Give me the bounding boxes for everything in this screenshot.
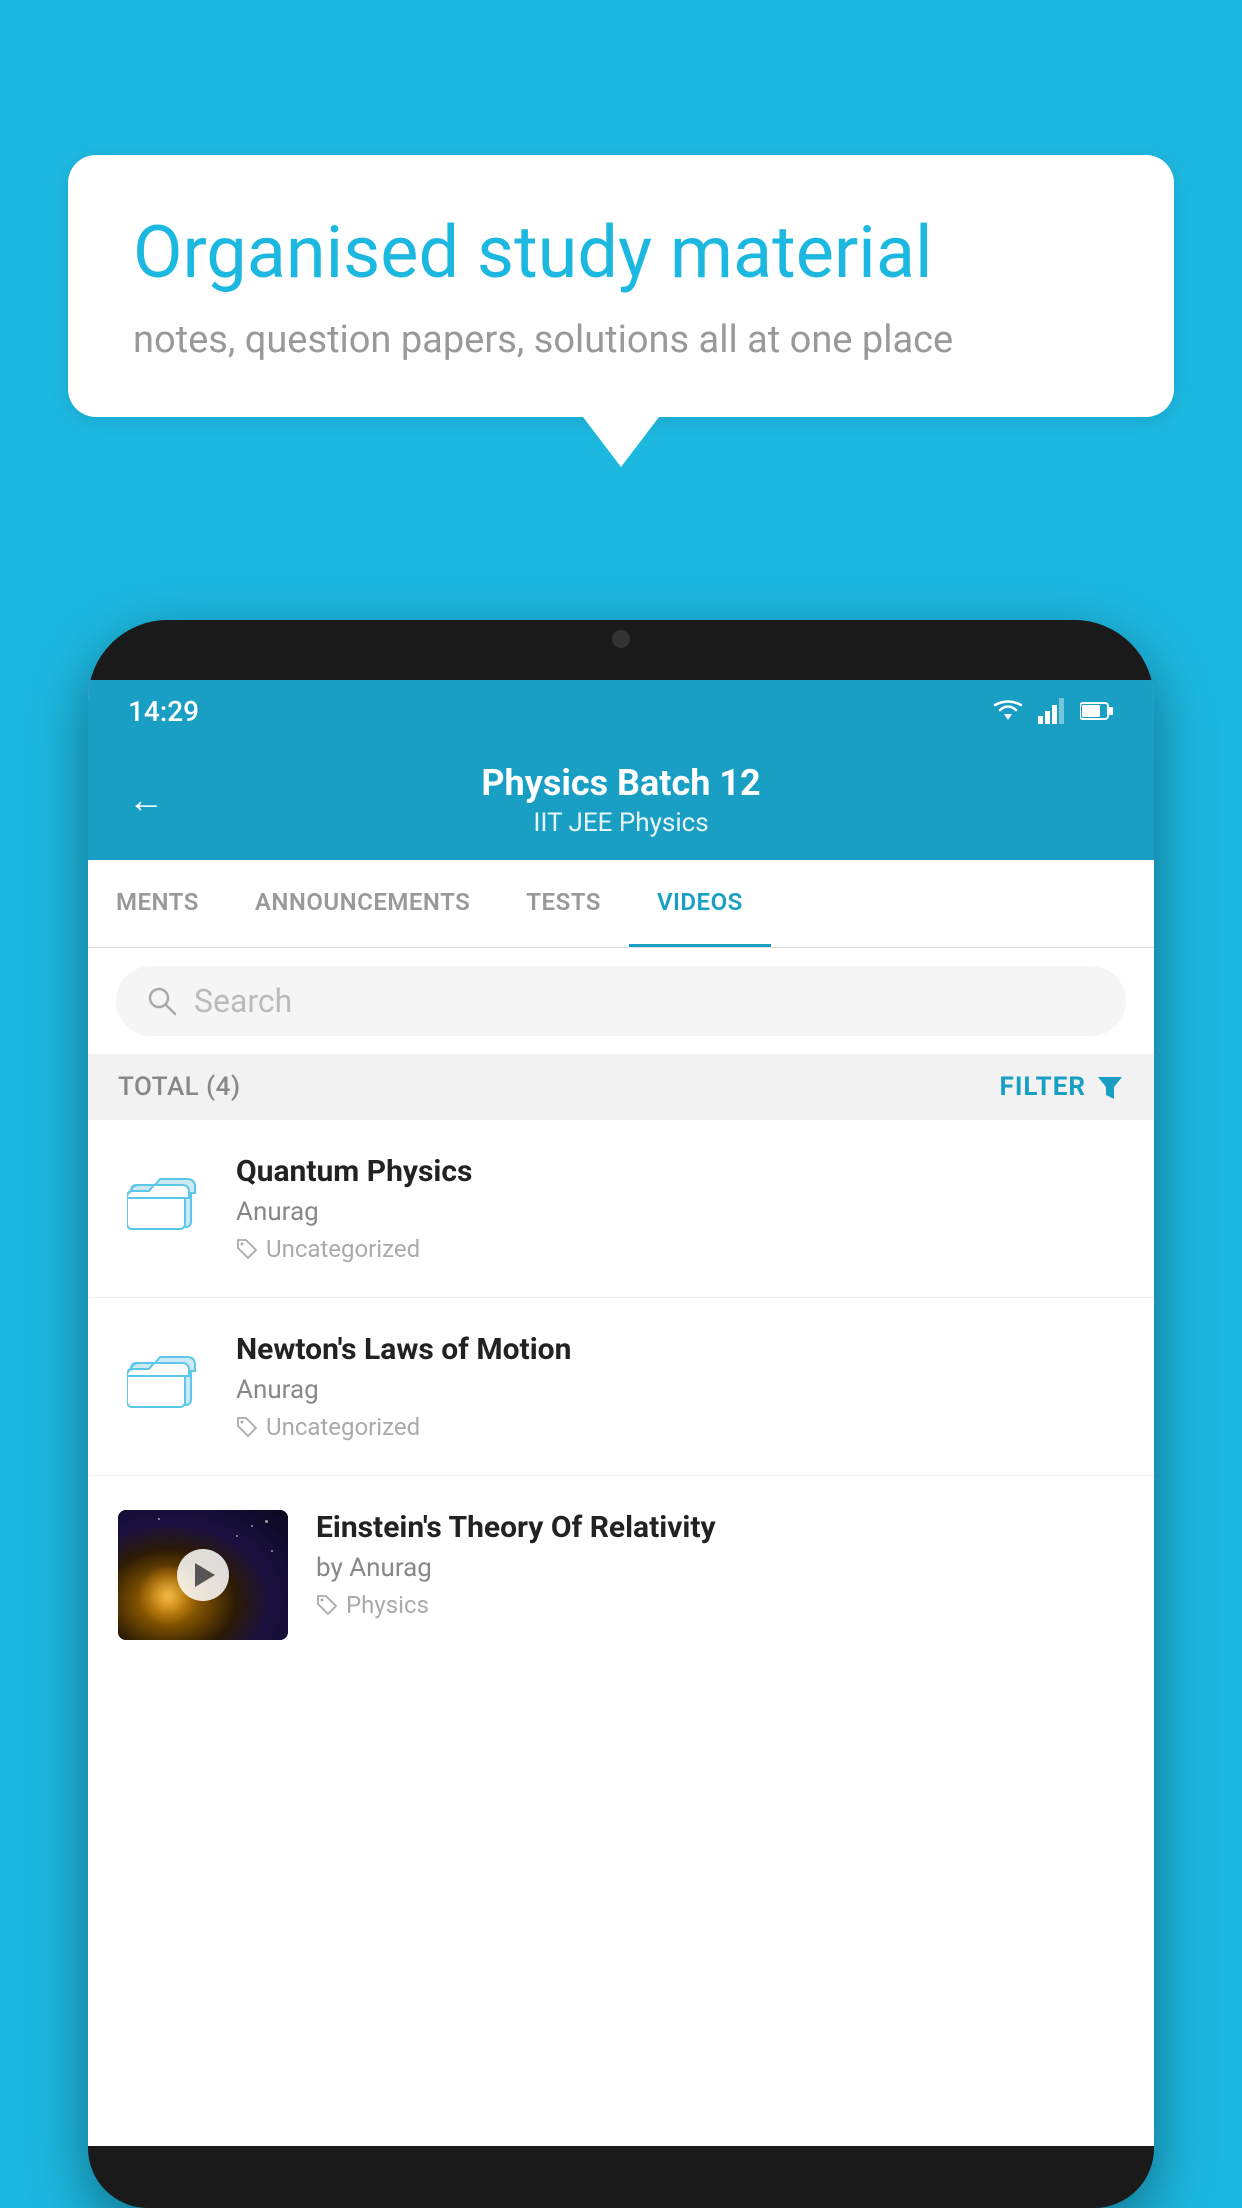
play-triangle-icon — [195, 1563, 215, 1587]
app-header: ← Physics Batch 12 IIT JEE Physics — [88, 742, 1154, 860]
list-item[interactable]: Newton's Laws of Motion Anurag Uncategor… — [88, 1298, 1154, 1476]
speech-bubble-container: Organised study material notes, question… — [68, 155, 1174, 467]
tag-label: Uncategorized — [266, 1235, 420, 1263]
phone-frame: 14:29 — [88, 620, 1154, 2208]
header-sub-title: IIT JEE Physics — [194, 808, 1048, 838]
wifi-icon — [992, 698, 1024, 724]
filter-icon — [1096, 1073, 1124, 1101]
video-tag: Physics — [316, 1591, 1124, 1619]
video-info-quantum: Quantum Physics Anurag Uncategorized — [236, 1154, 1124, 1263]
phone-screen: 14:29 — [88, 680, 1154, 2146]
video-title: Newton's Laws of Motion — [236, 1332, 1124, 1367]
video-info-newton: Newton's Laws of Motion Anurag Uncategor… — [236, 1332, 1124, 1441]
search-icon — [146, 985, 178, 1017]
tab-ments[interactable]: MENTS — [88, 860, 227, 947]
video-info-einstein: Einstein's Theory Of Relativity by Anura… — [316, 1510, 1124, 1619]
tab-tests[interactable]: TESTS — [498, 860, 629, 947]
list-item[interactable]: Einstein's Theory Of Relativity by Anura… — [88, 1476, 1154, 1674]
phone-notch — [561, 620, 681, 658]
back-button[interactable]: ← — [128, 779, 164, 821]
bubble-title: Organised study material — [133, 210, 1109, 296]
tag-label: Physics — [346, 1591, 429, 1619]
video-list: Quantum Physics Anurag Uncategorized — [88, 1120, 1154, 2146]
total-count: TOTAL (4) — [118, 1072, 241, 1102]
filter-button[interactable]: FILTER — [1000, 1072, 1124, 1102]
folder-thumbnail-quantum — [118, 1154, 208, 1244]
search-placeholder: Search — [194, 982, 292, 1020]
status-bar: 14:29 — [88, 680, 1154, 742]
tab-announcements[interactable]: ANNOUNCEMENTS — [227, 860, 498, 947]
filter-label: FILTER — [1000, 1072, 1086, 1102]
search-bar[interactable]: Search — [116, 966, 1126, 1036]
folder-icon — [127, 1341, 199, 1413]
status-time: 14:29 — [128, 695, 199, 728]
speech-bubble: Organised study material notes, question… — [68, 155, 1174, 417]
status-icons — [992, 698, 1114, 724]
camera-dot — [612, 630, 630, 648]
tag-icon — [236, 1416, 258, 1438]
video-title: Quantum Physics — [236, 1154, 1124, 1189]
phone-top-bar — [88, 620, 1154, 680]
tag-icon — [236, 1238, 258, 1260]
search-container: Search — [88, 948, 1154, 1054]
tag-icon — [316, 1594, 338, 1616]
video-author: Anurag — [236, 1375, 1124, 1405]
list-item[interactable]: Quantum Physics Anurag Uncategorized — [88, 1120, 1154, 1298]
tab-videos[interactable]: VIDEOS — [629, 860, 771, 947]
battery-icon — [1080, 700, 1114, 722]
video-tag: Uncategorized — [236, 1413, 1124, 1441]
play-button[interactable] — [177, 1549, 229, 1601]
header-main-title: Physics Batch 12 — [194, 762, 1048, 804]
folder-thumbnail-newton — [118, 1332, 208, 1422]
bubble-arrow — [583, 417, 659, 467]
bubble-subtitle: notes, question papers, solutions all at… — [133, 318, 1109, 362]
signal-icon — [1038, 698, 1066, 724]
tag-label: Uncategorized — [266, 1413, 420, 1441]
header-titles: Physics Batch 12 IIT JEE Physics — [194, 762, 1048, 838]
video-author: by Anurag — [316, 1553, 1124, 1583]
filter-row: TOTAL (4) FILTER — [88, 1054, 1154, 1120]
folder-icon — [127, 1163, 199, 1235]
video-tag: Uncategorized — [236, 1235, 1124, 1263]
video-thumbnail-einstein — [118, 1510, 288, 1640]
video-author: Anurag — [236, 1197, 1124, 1227]
tabs-container: MENTS ANNOUNCEMENTS TESTS VIDEOS — [88, 860, 1154, 948]
video-title: Einstein's Theory Of Relativity — [316, 1510, 1124, 1545]
